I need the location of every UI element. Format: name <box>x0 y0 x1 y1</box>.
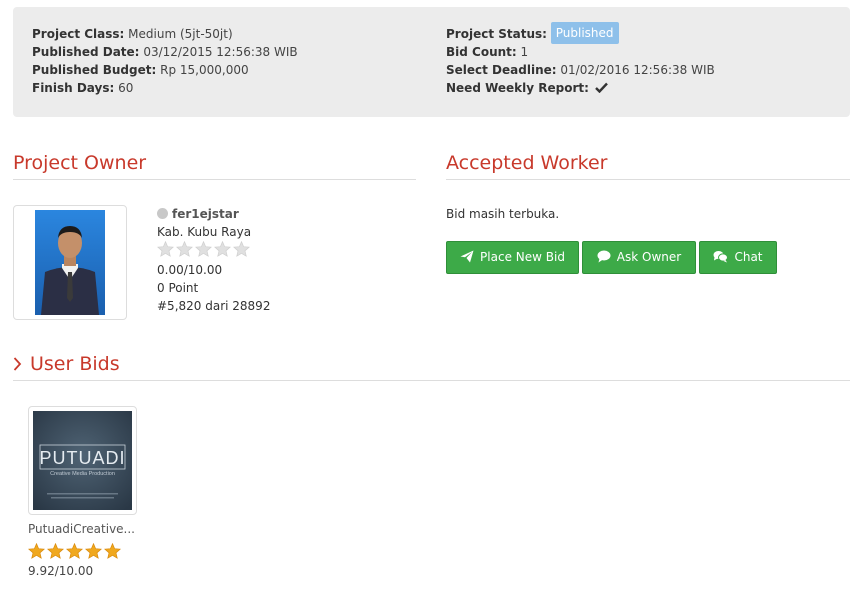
owner-location: Kab. Kubu Raya <box>157 225 252 239</box>
owner-points: 0 Point <box>157 281 199 295</box>
star-empty-icon <box>233 240 250 257</box>
finish-days-row: Finish Days: 60 <box>32 79 298 97</box>
bidder-rating-stars <box>28 542 123 562</box>
project-status-label: Project Status: <box>446 27 547 41</box>
star-empty-icon <box>195 240 212 257</box>
star-filled-icon <box>66 542 83 559</box>
bid-open-message: Bid masih terbuka. <box>446 207 560 221</box>
star-empty-icon <box>176 240 193 257</box>
select-deadline-row: Select Deadline: 01/02/2016 12:56:38 WIB <box>446 61 715 79</box>
bidder-rating: 9.92/10.00 <box>28 564 94 578</box>
star-filled-icon <box>85 542 102 559</box>
bidder-logo-text: PUTUADI <box>39 448 125 468</box>
project-info-panel: Project Class: Medium (5jt-50jt) Publish… <box>13 7 850 117</box>
ask-owner-button[interactable]: Ask Owner <box>582 241 696 274</box>
star-empty-icon <box>214 240 231 257</box>
ask-owner-label: Ask Owner <box>616 250 682 264</box>
bid-count-label: Bid Count: <box>446 45 517 59</box>
user-bids-divider <box>13 380 850 381</box>
weekly-report-label: Need Weekly Report: <box>446 81 589 95</box>
published-budget-row: Published Budget: Rp 15,000,000 <box>32 61 298 79</box>
project-info-right: Project Status: Published Bid Count: 1 S… <box>446 22 715 97</box>
project-owner-heading: Project Owner <box>13 152 147 174</box>
finish-days-label: Finish Days: <box>32 81 115 95</box>
owner-info: fer1ejstar Kab. Kubu Raya 0.00/10.00 0 P… <box>157 205 270 315</box>
star-filled-icon <box>28 542 45 559</box>
worker-heading-divider <box>446 179 850 180</box>
star-filled-icon <box>47 542 64 559</box>
owner-heading-divider <box>13 179 416 180</box>
comments-icon <box>713 251 729 263</box>
bidder-name[interactable]: PutuadiCreative... <box>28 520 135 538</box>
bidder-stars <box>28 542 123 562</box>
owner-username[interactable]: fer1ejstar <box>172 207 239 221</box>
owner-rating-stars <box>157 240 270 263</box>
published-date-row: Published Date: 03/12/2015 12:56:38 WIB <box>32 43 298 61</box>
weekly-report-row: Need Weekly Report: <box>446 79 715 97</box>
user-bids-heading: User Bids <box>30 353 120 375</box>
finish-days-value: 60 <box>118 81 134 95</box>
project-info-left: Project Class: Medium (5jt-50jt) Publish… <box>32 25 298 97</box>
select-deadline-label: Select Deadline: <box>446 63 557 77</box>
project-class-label: Project Class: <box>32 27 125 41</box>
bidder-logo-image: PUTUADI Creative Media Production <box>33 411 132 510</box>
chat-label: Chat <box>734 250 763 264</box>
status-badge: Published <box>550 22 619 44</box>
place-new-bid-label: Place New Bid <box>480 250 565 264</box>
published-budget-label: Published Budget: <box>32 63 157 77</box>
place-new-bid-button[interactable]: Place New Bid <box>446 241 579 274</box>
owner-photo-image <box>35 210 105 315</box>
owner-stars <box>157 240 252 263</box>
bidder-logo-subtext: Creative Media Production <box>50 471 115 477</box>
project-status-row: Project Status: Published <box>446 22 715 44</box>
star-empty-icon <box>157 240 174 257</box>
owner-rank: #5,820 dari 28892 <box>157 299 271 313</box>
owner-name-row: fer1ejstar <box>157 205 270 223</box>
project-class-value: Medium (5jt-50jt) <box>128 27 233 41</box>
project-class-row: Project Class: Medium (5jt-50jt) <box>32 25 298 43</box>
published-date-label: Published Date: <box>32 45 140 59</box>
paper-plane-icon <box>460 250 474 263</box>
bid-count-row: Bid Count: 1 <box>446 43 715 61</box>
chat-button[interactable]: Chat <box>699 241 777 274</box>
select-deadline-value: 01/02/2016 12:56:38 WIB <box>560 63 715 77</box>
owner-avatar[interactable] <box>13 205 127 320</box>
owner-rating: 0.00/10.00 <box>157 263 223 277</box>
published-date-value: 03/12/2015 12:56:38 WIB <box>143 45 298 59</box>
bidder-avatar[interactable]: PUTUADI Creative Media Production <box>28 406 137 515</box>
star-filled-icon <box>104 542 121 559</box>
accepted-worker-heading: Accepted Worker <box>446 152 608 174</box>
check-icon <box>594 80 608 98</box>
bid-count-value: 1 <box>520 45 529 59</box>
chevron-right-icon[interactable] <box>13 356 22 372</box>
comment-icon <box>597 250 611 263</box>
published-budget-value: Rp 15,000,000 <box>160 63 249 77</box>
offline-status-icon <box>157 208 168 219</box>
